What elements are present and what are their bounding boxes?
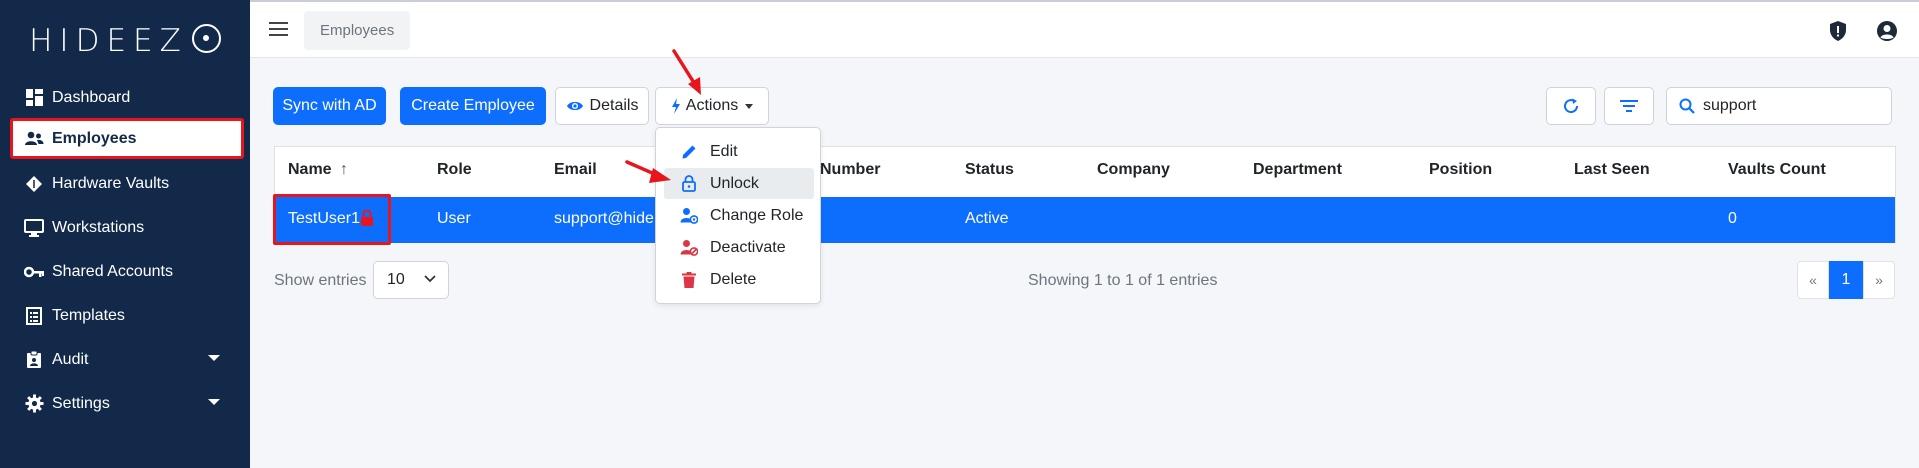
sidebar-item-label: Settings <box>52 394 110 412</box>
sort-arrow-up-icon: ↑ <box>340 161 349 178</box>
column-header-name[interactable]: Name ↑ <box>288 161 348 179</box>
sidebar: HIDEEZ Dashboard Employees Hardware Vaul… <box>0 0 250 468</box>
logo-mark-icon <box>191 23 221 53</box>
page-size-value: 10 <box>387 271 405 288</box>
monitor-icon <box>24 218 44 238</box>
sidebar-item-label: Templates <box>52 306 125 324</box>
pagination: « 1 » <box>1797 261 1895 299</box>
details-button[interactable]: Details <box>555 87 649 125</box>
unlock-icon <box>680 175 698 193</box>
sidebar-item-audit[interactable]: Audit <box>10 339 244 380</box>
gear-icon <box>24 394 44 414</box>
page-size-select[interactable]: 10 <box>373 261 449 299</box>
pagination-prev[interactable]: « <box>1797 261 1829 299</box>
hamburger-menu-icon[interactable] <box>269 22 288 37</box>
search-value[interactable]: support <box>1703 97 1756 115</box>
chevron-down-icon <box>424 275 436 283</box>
sync-with-ad-button[interactable]: Sync with AD <box>273 87 386 125</box>
cell-role: User <box>437 210 471 227</box>
table-row[interactable]: TestUser1 User support@hide Active 0 <box>273 194 1895 245</box>
column-header-status[interactable]: Status <box>965 161 1014 179</box>
refresh-button[interactable] <box>1546 87 1596 125</box>
sidebar-item-settings[interactable]: Settings <box>10 383 244 424</box>
logo-text: HIDEEZ <box>29 23 188 59</box>
breadcrumb[interactable]: Employees <box>304 11 411 50</box>
sidebar-item-workstations[interactable]: Workstations <box>10 207 244 248</box>
cell-name: TestUser1 <box>288 210 361 227</box>
lock-icon <box>360 209 374 227</box>
actions-label: Actions <box>685 97 739 114</box>
cell-status: Active <box>965 210 1009 227</box>
create-employee-button[interactable]: Create Employee <box>400 87 546 125</box>
list-icon <box>24 306 44 326</box>
column-header-email[interactable]: Email <box>554 161 597 179</box>
menu-item-change-role[interactable]: Change Role <box>664 200 814 231</box>
trash-icon <box>680 271 698 289</box>
user-block-icon <box>680 239 698 257</box>
column-header-position[interactable]: Position <box>1429 161 1492 179</box>
user-account-icon[interactable] <box>1876 20 1898 42</box>
actions-dropdown-menu: Edit Unlock Change Role Deactivate Delet… <box>655 127 821 304</box>
sidebar-item-hardware-vaults[interactable]: Hardware Vaults <box>10 163 244 204</box>
actions-dropdown-button[interactable]: Actions <box>655 87 769 125</box>
column-header-role[interactable]: Role <box>437 161 472 179</box>
menu-item-edit[interactable]: Edit <box>664 136 814 167</box>
sidebar-item-templates[interactable]: Templates <box>10 295 244 336</box>
search-icon <box>1679 98 1695 114</box>
column-header-last-seen[interactable]: Last Seen <box>1574 161 1650 179</box>
clipboard-icon <box>24 350 44 370</box>
pencil-icon <box>680 143 698 161</box>
column-header-department[interactable]: Department <box>1253 161 1342 179</box>
filter-button[interactable] <box>1604 87 1654 125</box>
filter-icon <box>1620 99 1638 113</box>
sidebar-item-label: Employees <box>52 129 137 147</box>
chevron-down-icon <box>208 355 220 361</box>
column-header-company[interactable]: Company <box>1097 161 1170 179</box>
details-label: Details <box>589 97 639 114</box>
sidebar-item-label: Audit <box>52 350 89 368</box>
users-icon <box>24 129 44 149</box>
user-gear-icon <box>680 207 698 225</box>
sidebar-item-employees[interactable]: Employees <box>10 118 244 159</box>
column-header-number[interactable]: Number <box>820 161 880 179</box>
pagination-page-1[interactable]: 1 <box>1829 261 1863 299</box>
key-icon <box>24 262 44 282</box>
logo[interactable]: HIDEEZ <box>0 0 250 82</box>
cell-email: support@hide <box>554 210 654 227</box>
sidebar-item-label: Dashboard <box>52 88 131 106</box>
diamond-icon <box>24 174 44 194</box>
sidebar-item-label: Hardware Vaults <box>52 174 170 192</box>
shield-alert-icon[interactable] <box>1827 20 1849 42</box>
lightning-icon <box>671 98 681 114</box>
dashboard-icon <box>24 88 44 108</box>
menu-item-deactivate[interactable]: Deactivate <box>664 232 814 263</box>
show-entries-label: Show entries <box>274 272 367 289</box>
eye-icon <box>566 100 584 112</box>
sidebar-item-label: Shared Accounts <box>52 262 173 280</box>
menu-item-unlock[interactable]: Unlock <box>664 168 814 199</box>
sidebar-item-shared-accounts[interactable]: Shared Accounts <box>10 251 244 292</box>
column-header-vaults-count[interactable]: Vaults Count <box>1728 161 1826 179</box>
search-input[interactable]: support <box>1666 87 1892 125</box>
sidebar-item-dashboard[interactable]: Dashboard <box>10 77 244 118</box>
sidebar-item-label: Workstations <box>52 218 145 236</box>
menu-item-delete[interactable]: Delete <box>664 264 814 295</box>
chevron-down-icon <box>208 399 220 405</box>
refresh-icon <box>1562 97 1580 115</box>
showing-entries-text: Showing 1 to 1 of 1 entries <box>1028 272 1218 289</box>
caret-down-icon <box>745 103 754 109</box>
top-bar: Employees <box>250 0 1919 58</box>
pagination-next[interactable]: » <box>1863 261 1895 299</box>
cell-vaults-count: 0 <box>1728 210 1737 227</box>
employees-table: Name ↑ Role Email Number Status Company … <box>273 146 1896 245</box>
